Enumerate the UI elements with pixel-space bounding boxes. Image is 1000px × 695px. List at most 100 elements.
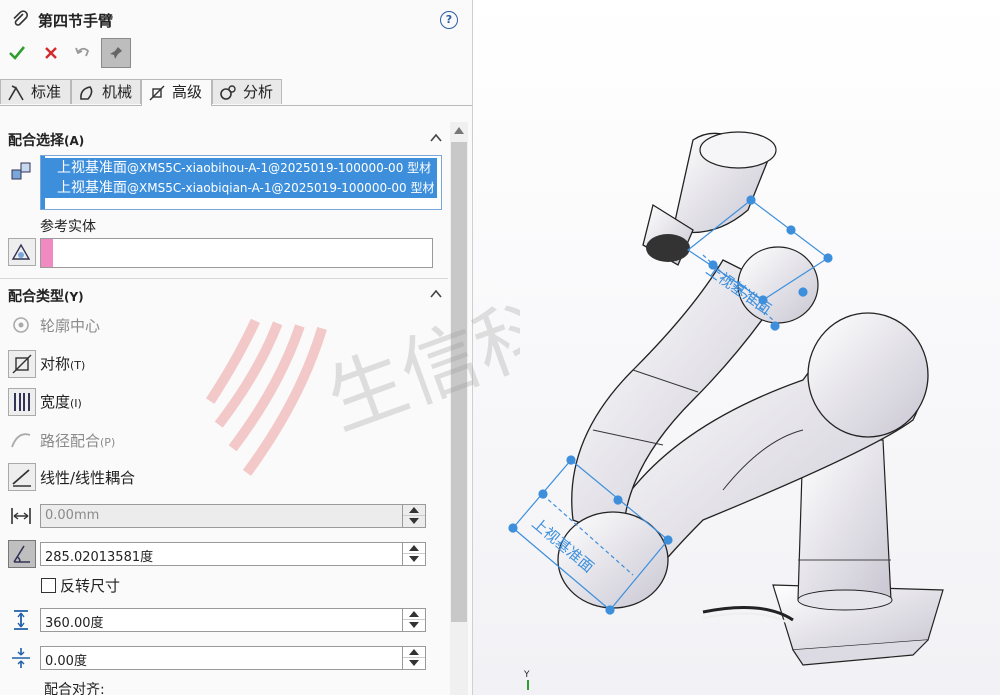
- distance-field[interactable]: 0.00mm: [40, 504, 426, 528]
- field-value: 0.00mm: [45, 508, 100, 523]
- spin-up[interactable]: [403, 609, 425, 620]
- title-bar: 第四节手臂 ?: [0, 0, 472, 38]
- pin-button[interactable]: [101, 38, 131, 68]
- arrow-down-icon: [409, 622, 419, 628]
- heading-text: 配合选择: [8, 133, 64, 149]
- ok-button[interactable]: [4, 40, 30, 66]
- standard-mate-icon: [8, 85, 24, 101]
- spinner[interactable]: [402, 505, 425, 527]
- item-ref: @XMS5C-xiaobihou-A-1@2025019-100000-00 型…: [127, 161, 432, 175]
- arrow-down-icon: [409, 518, 419, 524]
- mate-selection-list[interactable]: 上视基准面@XMS5C-xiaobihou-A-1@2025019-100000…: [40, 155, 442, 210]
- mate-selections-heading: 配合选择(A): [8, 130, 84, 150]
- spin-down[interactable]: [403, 658, 425, 668]
- reference-entity-icon: [11, 243, 31, 260]
- tab-standard[interactable]: 标准: [0, 79, 71, 104]
- linear-coupler-button[interactable]: [8, 463, 36, 491]
- selection-color-swatch: [41, 239, 53, 267]
- mate-linear-coupler[interactable]: 线性/线性耦合: [40, 467, 135, 488]
- analysis-icon: [220, 85, 236, 100]
- spin-up[interactable]: [403, 647, 425, 658]
- mate-key: (I): [70, 397, 82, 410]
- profile-center-icon: [13, 317, 29, 333]
- undo-icon: [75, 47, 90, 57]
- arrow-down-icon: [409, 556, 419, 562]
- mate-profile-center: 轮廓中心: [40, 315, 100, 336]
- upper-limit-icon: [14, 610, 28, 630]
- tab-analysis[interactable]: 分析: [212, 79, 282, 104]
- lower-limit-icon: [12, 648, 30, 668]
- list-item[interactable]: 上视基准面@XMS5C-xiaobiqian-A-1@2025019-10000…: [43, 178, 437, 198]
- tab-label: 高级: [172, 83, 203, 101]
- heading-text: 配合类型: [8, 289, 64, 305]
- mate-path: 路径配合(P): [40, 430, 115, 451]
- arrow-up-icon: [409, 649, 419, 655]
- tab-label: 标准: [31, 83, 62, 101]
- field-value: 360.00度: [45, 616, 104, 631]
- spin-down[interactable]: [403, 516, 425, 526]
- tab-mechanical[interactable]: 机械: [71, 79, 141, 104]
- mate-label: 轮廓中心: [40, 317, 101, 335]
- width-mate-button[interactable]: [8, 388, 36, 416]
- robot-arm-model[interactable]: 上视基准面 上视基准面 Y: [473, 0, 1000, 695]
- mate-symmetric[interactable]: 对称(T): [40, 353, 85, 374]
- pushpin-icon: [110, 47, 122, 59]
- upper-limit-field[interactable]: 360.00度: [40, 608, 426, 632]
- spin-up[interactable]: [403, 543, 425, 554]
- symmetric-icon: [12, 354, 32, 374]
- lower-limit-field[interactable]: 0.00度: [40, 646, 426, 670]
- arrow-up-icon: [409, 507, 419, 513]
- close-icon: [45, 47, 57, 59]
- mate-label: 宽度: [40, 393, 71, 411]
- spinner[interactable]: [402, 609, 425, 631]
- spin-down[interactable]: [403, 620, 425, 630]
- page-title: 第四节手臂: [38, 12, 114, 30]
- reference-entity-button[interactable]: [8, 238, 36, 266]
- mate-key: (T): [70, 359, 86, 372]
- symmetric-mate-button[interactable]: [8, 350, 36, 378]
- width-icon: [14, 393, 30, 411]
- mate-entities-icon: [11, 162, 31, 180]
- axis-y-label: Y: [523, 670, 530, 680]
- cancel-button[interactable]: [38, 40, 64, 66]
- flip-dimension-checkbox[interactable]: [41, 578, 56, 593]
- action-bar: [0, 38, 472, 68]
- arrow-down-icon: [409, 660, 419, 666]
- tab-advanced[interactable]: 高级: [141, 79, 212, 106]
- item-name: 上视基准面: [57, 180, 127, 196]
- mate-key: (P): [100, 436, 116, 449]
- path-mate-icon: [11, 433, 31, 448]
- angle-field[interactable]: 285.02013581度: [40, 542, 426, 566]
- tab-label: 机械: [102, 83, 133, 101]
- mechanical-mate-icon: [80, 86, 93, 100]
- field-value: 0.00度: [45, 654, 87, 669]
- angle-button[interactable]: [8, 540, 36, 568]
- help-icon[interactable]: ?: [440, 11, 458, 29]
- spin-up[interactable]: [403, 505, 425, 516]
- reference-entity-label: 参考实体: [40, 219, 96, 235]
- mate-width[interactable]: 宽度(I): [40, 391, 82, 412]
- advanced-mate-icon: [149, 85, 165, 101]
- linear-coupler-icon: [12, 469, 31, 487]
- scroll-up-icon[interactable]: [454, 126, 464, 134]
- paperclip-icon: [13, 10, 28, 26]
- tab-strip: 标准 机械 高级 分析: [0, 79, 472, 106]
- heading-key: (Y): [64, 290, 84, 304]
- collapse-caret-icon[interactable]: [430, 132, 442, 144]
- arrow-up-icon: [409, 545, 419, 551]
- watermark-text: 生信科技: [316, 260, 520, 448]
- tab-label: 分析: [243, 83, 274, 101]
- graphics-viewport[interactable]: 上视基准面 上视基准面 Y: [473, 0, 1000, 695]
- distance-icon: [11, 508, 31, 524]
- undo-button[interactable]: [70, 40, 96, 66]
- mate-label: 线性/线性耦合: [40, 469, 136, 487]
- spinner[interactable]: [402, 647, 425, 669]
- watermark-logo: 生信科技: [206, 260, 520, 476]
- arrow-up-icon: [409, 611, 419, 617]
- spin-down[interactable]: [403, 554, 425, 564]
- heading-key: (A): [64, 134, 85, 148]
- list-item[interactable]: 上视基准面@XMS5C-xiaobihou-A-1@2025019-100000…: [43, 158, 437, 178]
- mate-alignment-label: 配合对齐:: [44, 682, 105, 695]
- spinner[interactable]: [402, 543, 425, 565]
- check-icon: [9, 46, 26, 60]
